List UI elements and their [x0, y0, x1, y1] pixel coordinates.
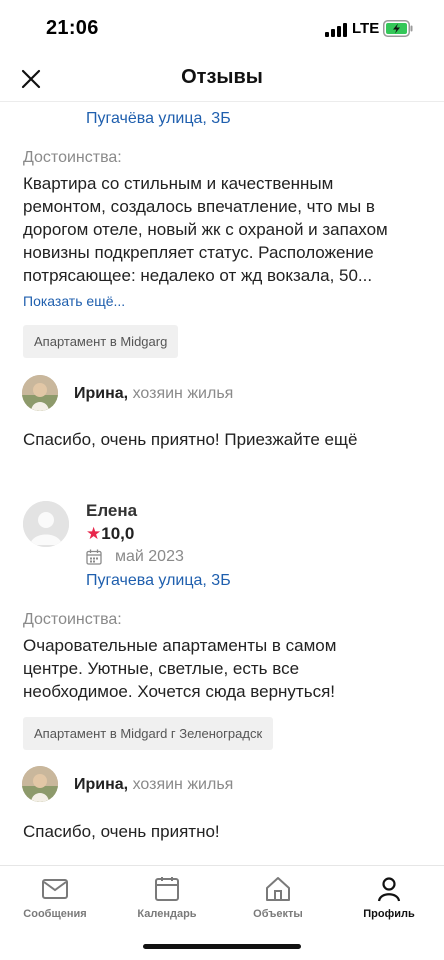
mail-icon [42, 879, 68, 899]
review-text-line: новизны подкрепляет статус. Расположение [23, 243, 374, 262]
header: Отзывы [0, 56, 444, 102]
review-text-line: дорогом отеле, новый жк с охраной и запа… [23, 220, 388, 239]
profile-icon [377, 877, 401, 902]
owner-photo [22, 375, 58, 411]
guest-avatar [23, 501, 69, 547]
pros-label: Достоинства: [23, 149, 122, 166]
tab-label: Календарь [137, 908, 197, 920]
user-placeholder-icon [23, 501, 69, 547]
rating: ★10,0 [86, 524, 134, 544]
review-text-line: необходимое. Хочется сюда вернуться! [23, 682, 336, 701]
review-address-link[interactable]: Пугачева улица, 3Б [86, 572, 231, 590]
owner-role: хозяин жилья [132, 385, 234, 402]
avatar [22, 766, 58, 802]
tab-label: Профиль [363, 908, 415, 920]
page-title: Отзывы [181, 66, 263, 88]
owner-photo [22, 766, 58, 802]
show-more-link[interactable]: Показать ещё... [23, 293, 125, 309]
home-indicator [143, 944, 301, 949]
owner-role: хозяин жилья [132, 776, 234, 793]
owner-reply-header: Ирина, хозяин жилья [74, 776, 233, 794]
signal-icon [325, 23, 347, 37]
tab-label: Объекты [253, 908, 303, 920]
tab-objects[interactable]: Объекты [228, 876, 328, 920]
network-label: LTE [352, 20, 380, 37]
owner-name: Ирина, [74, 385, 129, 402]
reviews-list[interactable]: Пугачёва улица, 3Б Достоинства: Квартира… [0, 103, 444, 865]
home-icon [266, 877, 290, 901]
pros-label: Достоинства: [23, 611, 122, 628]
tab-profile[interactable]: Профиль [339, 876, 439, 920]
status-bar: 21:06 LTE [0, 0, 444, 56]
tab-messages[interactable]: Сообщения [5, 876, 105, 920]
review-text-line: Квартира со стильным и качественным [23, 174, 334, 193]
review-text-line: центре. Уютные, светлые, есть все [23, 659, 300, 678]
property-tag: Апартамент в Midgard г Зеленоградск [23, 717, 274, 750]
owner-name: Ирина, [74, 776, 129, 793]
review-text-line: Очаровательные апартаменты в самом [23, 636, 337, 655]
battery-icon [383, 20, 413, 37]
rating-value: 10,0 [101, 524, 135, 543]
tab-label: Сообщения [23, 908, 87, 920]
review-text-line: потрясающее: недалеко от жд вокзала, 50.… [23, 266, 373, 285]
property-tag: Апартамент в Midgarg [23, 325, 179, 358]
avatar [22, 375, 58, 411]
star-icon: ★ [86, 524, 102, 543]
review-text: Квартира со стильным и качественным ремо… [23, 172, 433, 287]
review-text: Очаровательные апартаменты в самом центр… [23, 634, 433, 703]
review-address-link[interactable]: Пугачёва улица, 3Б [86, 110, 231, 128]
tab-calendar[interactable]: Календарь [117, 876, 217, 920]
review-date: май 2023 [115, 548, 184, 565]
status-time: 21:06 [46, 17, 99, 39]
calendar-icon [86, 549, 102, 565]
owner-reply-header: Ирина, хозяин жилья [74, 385, 233, 403]
owner-reply-text: Спасибо, очень приятно! Приезжайте ещё [23, 430, 358, 449]
calendar-icon [155, 877, 179, 901]
owner-reply-text: Спасибо, очень приятно! [23, 822, 220, 841]
guest-name: Елена [86, 501, 138, 520]
review-text-line: ремонтом, создалось впечатление, что мы … [23, 197, 375, 216]
